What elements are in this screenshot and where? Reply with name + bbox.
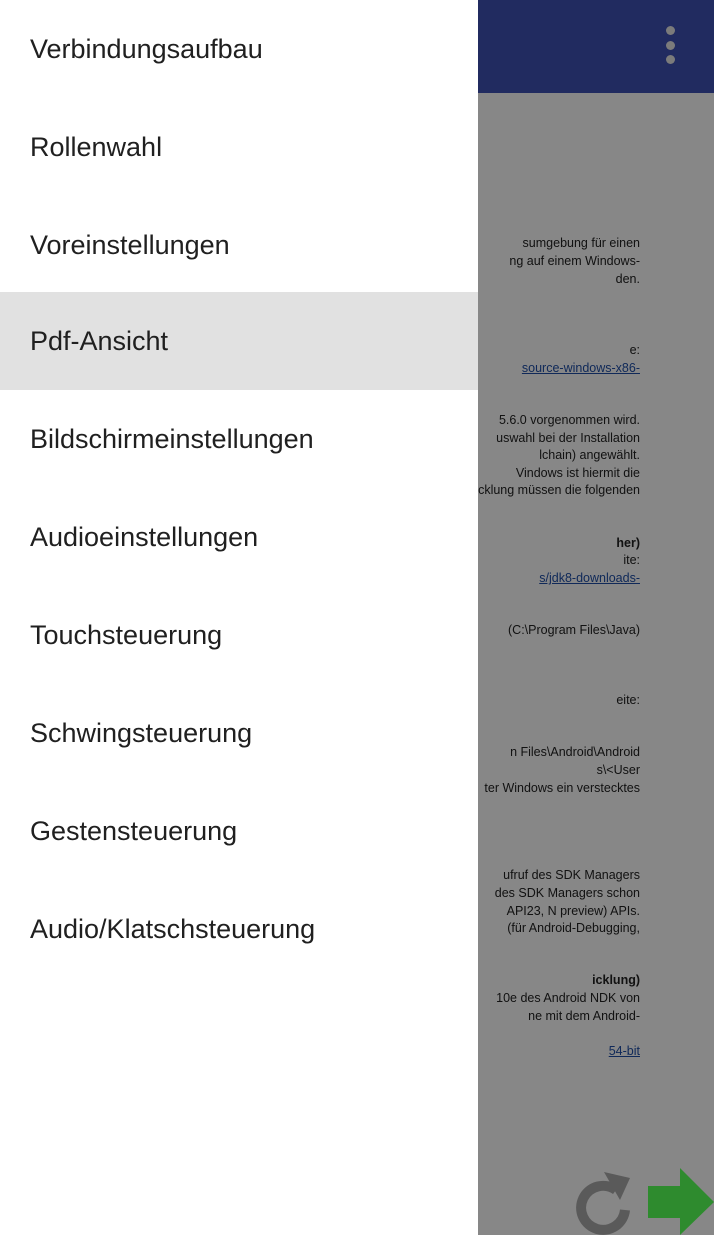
nav-item-verbindungsaufbau[interactable]: Verbindungsaufbau	[0, 0, 478, 98]
nav-item-bildschirmeinstellungen[interactable]: Bildschirmeinstellungen	[0, 390, 478, 488]
nav-item-audio-klatschsteuerung[interactable]: Audio/Klatschsteuerung	[0, 880, 478, 978]
bottom-controls	[568, 1168, 714, 1235]
nav-item-schwingsteuerung[interactable]: Schwingsteuerung	[0, 684, 478, 782]
refresh-icon[interactable]	[570, 1168, 636, 1235]
arrow-right-icon[interactable]	[646, 1168, 714, 1235]
nav-item-pdf-ansicht[interactable]: Pdf-Ansicht	[0, 292, 478, 390]
nav-item-touchsteuerung[interactable]: Touchsteuerung	[0, 586, 478, 684]
nav-item-gestensteuerung[interactable]: Gestensteuerung	[0, 782, 478, 880]
navigation-drawer: Verbindungsaufbau Rollenwahl Voreinstell…	[0, 0, 478, 1235]
nav-item-audioeinstellungen[interactable]: Audioeinstellungen	[0, 488, 478, 586]
nav-item-rollenwahl[interactable]: Rollenwahl	[0, 98, 478, 196]
nav-item-voreinstellungen[interactable]: Voreinstellungen	[0, 196, 478, 294]
